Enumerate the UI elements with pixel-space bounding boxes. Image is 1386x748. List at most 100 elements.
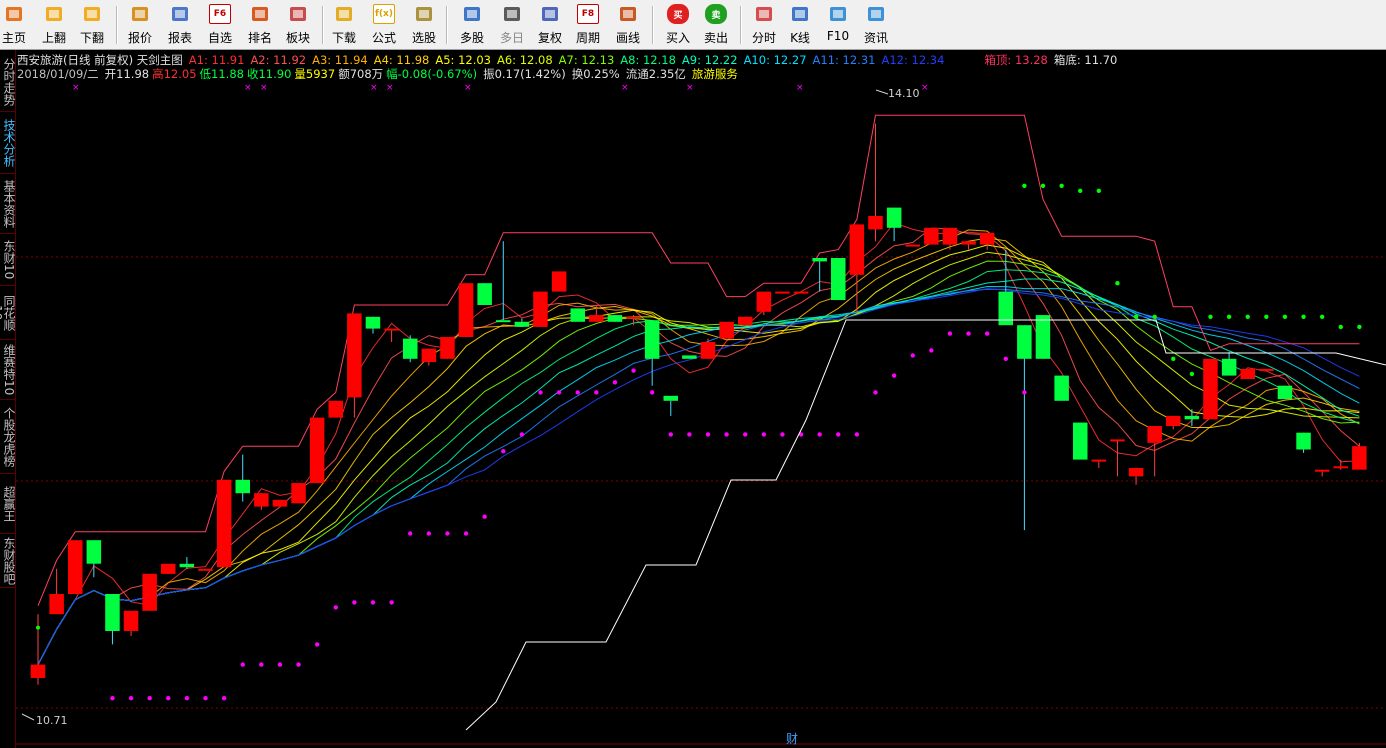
support-dot: [259, 662, 264, 667]
ma-value: A9: 12.22: [681, 53, 738, 67]
toolbar-watchlist-button[interactable]: F6 自选: [206, 3, 234, 47]
candle-body: [105, 594, 120, 631]
toolbar-download-button[interactable]: 下载: [330, 3, 358, 47]
ma-value: A2: 11.92: [250, 53, 307, 67]
resistance-dot: [1133, 314, 1139, 319]
report-icon: [169, 3, 191, 25]
support-dot: [836, 432, 841, 437]
ranking-icon: [249, 3, 271, 25]
download-icon: [333, 3, 355, 25]
resistance-dot: [1282, 314, 1288, 319]
candle-body: [68, 540, 83, 594]
signal-marker: ×: [621, 83, 629, 93]
resistance-dot: [1301, 314, 1306, 319]
side-tab-8[interactable]: 东财股吧: [0, 534, 16, 588]
candle-body: [86, 540, 102, 564]
quote-amount: 额708万: [338, 67, 384, 81]
toolbar-kline-button[interactable]: K线: [786, 3, 814, 47]
toolbar-sell-button[interactable]: 卖卖出: [702, 3, 730, 47]
low-price-label: 10.71: [36, 714, 68, 727]
resistance-dot: [1357, 324, 1362, 330]
side-tab-1[interactable]: 技术分析: [0, 112, 16, 174]
toolbar-label: 排名: [247, 31, 272, 45]
kline-chart[interactable]: × × × × × × × × × ×14.1010.71: [16, 50, 1386, 748]
support-dot: [984, 331, 990, 336]
toolbar-multi-day-button[interactable]: 多日: [498, 3, 526, 47]
support-dot: [575, 390, 580, 395]
support-dot: [687, 432, 692, 437]
side-tab-3[interactable]: 东财10: [0, 234, 16, 286]
support-dot: [743, 432, 748, 437]
toolbar-report-button[interactable]: 报表: [166, 3, 194, 47]
support-dot: [240, 662, 245, 667]
support-dot: [296, 662, 301, 667]
candle-body: [30, 664, 46, 678]
toolbar-quote-button[interactable]: 报价: [126, 3, 154, 47]
ma-value: A3: 11.94: [312, 53, 368, 67]
page-up-icon: [43, 3, 65, 25]
toolbar-news-button[interactable]: 资讯: [862, 3, 890, 47]
toolbar-label: 上翻: [41, 31, 66, 45]
candle-body: [1314, 469, 1330, 472]
toolbar-label: 复权: [537, 31, 562, 45]
toolbar-label: 公式: [371, 31, 396, 45]
toolbar-separator: [652, 6, 654, 44]
side-tab-5[interactable]: 维赛特10: [0, 340, 16, 400]
candle-body: [384, 328, 399, 331]
support-dot: [817, 432, 822, 437]
side-tab-4[interactable]: 同花顺10: [0, 286, 16, 340]
toolbar-page-up-button[interactable]: 上翻: [40, 3, 68, 47]
ma-line: [37, 288, 1360, 665]
candle-body: [142, 573, 157, 611]
toolbar-label: 买入: [665, 31, 690, 45]
toolbar-f10-button[interactable]: F10: [824, 3, 852, 47]
candle-body: [254, 493, 269, 507]
toolbar-intraday-button[interactable]: 分时: [750, 3, 778, 47]
support-dot: [668, 432, 673, 437]
candle-body: [831, 258, 846, 300]
finance-marker[interactable]: 财: [786, 730, 798, 747]
side-tab-7[interactable]: 超赢王: [0, 474, 16, 534]
candle-body: [291, 483, 306, 504]
candle-body: [1184, 415, 1200, 420]
toolbar-formula-button[interactable]: f(x) 公式: [370, 3, 398, 47]
candle-body: [849, 224, 865, 275]
support-dot: [184, 696, 190, 701]
page-down-icon: [81, 3, 103, 25]
support-dot: [389, 600, 394, 605]
candle-body: [1166, 415, 1181, 426]
support-dot: [147, 696, 152, 701]
f10-icon: [827, 3, 849, 25]
ma-value: A10: 12.27: [743, 53, 807, 67]
toolbar-sector-button[interactable]: 板块: [284, 3, 312, 47]
toolbar-stock-picker-button[interactable]: 选股: [410, 3, 438, 47]
toolbar-buy-button[interactable]: 买买入: [664, 3, 692, 47]
toolbar-draw-line-button[interactable]: 画线: [614, 3, 642, 47]
toolbar-multi-stock-button[interactable]: 多股: [458, 3, 486, 47]
support-dot: [1022, 390, 1027, 395]
toolbar-separator: [116, 6, 118, 44]
support-dot: [761, 432, 767, 437]
toolbar-label: 自选: [207, 31, 232, 45]
support-dot: [426, 531, 432, 536]
high-price-pointer: [875, 89, 889, 95]
side-tab-0[interactable]: 分时走势: [0, 52, 16, 112]
toolbar-page-down-button[interactable]: 下翻: [78, 3, 106, 47]
candle-body: [868, 216, 883, 230]
support-dot: [221, 696, 227, 701]
quote-industry: 旅游服务: [691, 67, 738, 81]
toolbar-period-button[interactable]: F8 周期: [574, 3, 602, 47]
toolbar-ranking-button[interactable]: 排名: [246, 3, 274, 47]
support-dot: [780, 432, 785, 437]
toolbar-adjust-button[interactable]: 复权: [536, 3, 564, 47]
side-tab-6[interactable]: 个股龙虎榜: [0, 400, 16, 474]
side-tab-2[interactable]: 基本资料: [0, 174, 16, 234]
resistance-dot: [1264, 314, 1269, 319]
quote-icon: [129, 3, 151, 25]
quote-high: 高12.05: [152, 67, 197, 81]
resistance-dot: [1319, 314, 1325, 319]
support-dot: [166, 696, 171, 701]
adjust-icon: [539, 3, 561, 25]
candle-body: [793, 291, 809, 294]
toolbar-home-button[interactable]: 主页: [0, 3, 28, 47]
